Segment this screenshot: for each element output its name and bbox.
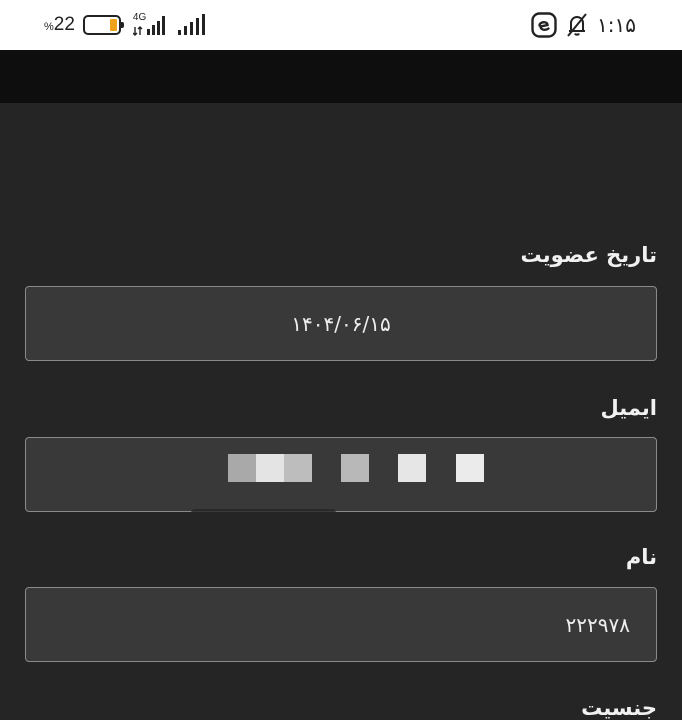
bell-off-icon — [567, 13, 587, 37]
name-field[interactable]: ۲۲۲۹۷۸ — [25, 587, 657, 662]
redaction-block — [284, 454, 312, 482]
email-field[interactable] — [25, 437, 657, 517]
field-shadow — [191, 509, 336, 517]
redaction-block — [456, 454, 484, 482]
signal-4g-icon: 4G — [132, 12, 169, 37]
status-bar: %22 4G ۱:۱۵ — [0, 0, 682, 50]
redaction-block — [398, 454, 426, 482]
membership-date-field[interactable]: ۱۴۰۴/۰۶/۱۵ — [25, 286, 657, 361]
redaction-block — [256, 454, 284, 482]
battery-percent: %22 — [44, 14, 75, 36]
profile-content: تاریخ عضویت ۱۴۰۴/۰۶/۱۵ ایمیل نام ۲۲۲۹۷۸ … — [0, 103, 682, 720]
percent-sign: % — [44, 21, 54, 33]
signal-icon — [177, 14, 205, 35]
battery-percent-value: 22 — [53, 14, 75, 35]
redaction-block — [228, 454, 256, 482]
signal-bars-4g — [132, 16, 165, 36]
email-redaction — [228, 454, 486, 486]
battery-fill — [109, 19, 117, 31]
gender-label: جنسیت — [581, 696, 657, 720]
membership-date-value: ۱۴۰۴/۰۶/۱۵ — [291, 311, 391, 336]
membership-date-label: تاریخ عضویت — [520, 243, 657, 267]
email-label: ایمیل — [600, 396, 657, 420]
app-top-bar — [0, 50, 682, 103]
status-right: ۱:۱۵ — [531, 12, 636, 38]
app-notification-icon — [531, 12, 557, 38]
name-value: ۲۲۲۹۷۸ — [565, 612, 630, 637]
redaction-block — [341, 454, 369, 482]
status-time: ۱:۱۵ — [597, 13, 636, 37]
name-label: نام — [625, 545, 657, 569]
status-left: %22 4G — [44, 12, 209, 37]
battery-icon — [82, 15, 124, 35]
